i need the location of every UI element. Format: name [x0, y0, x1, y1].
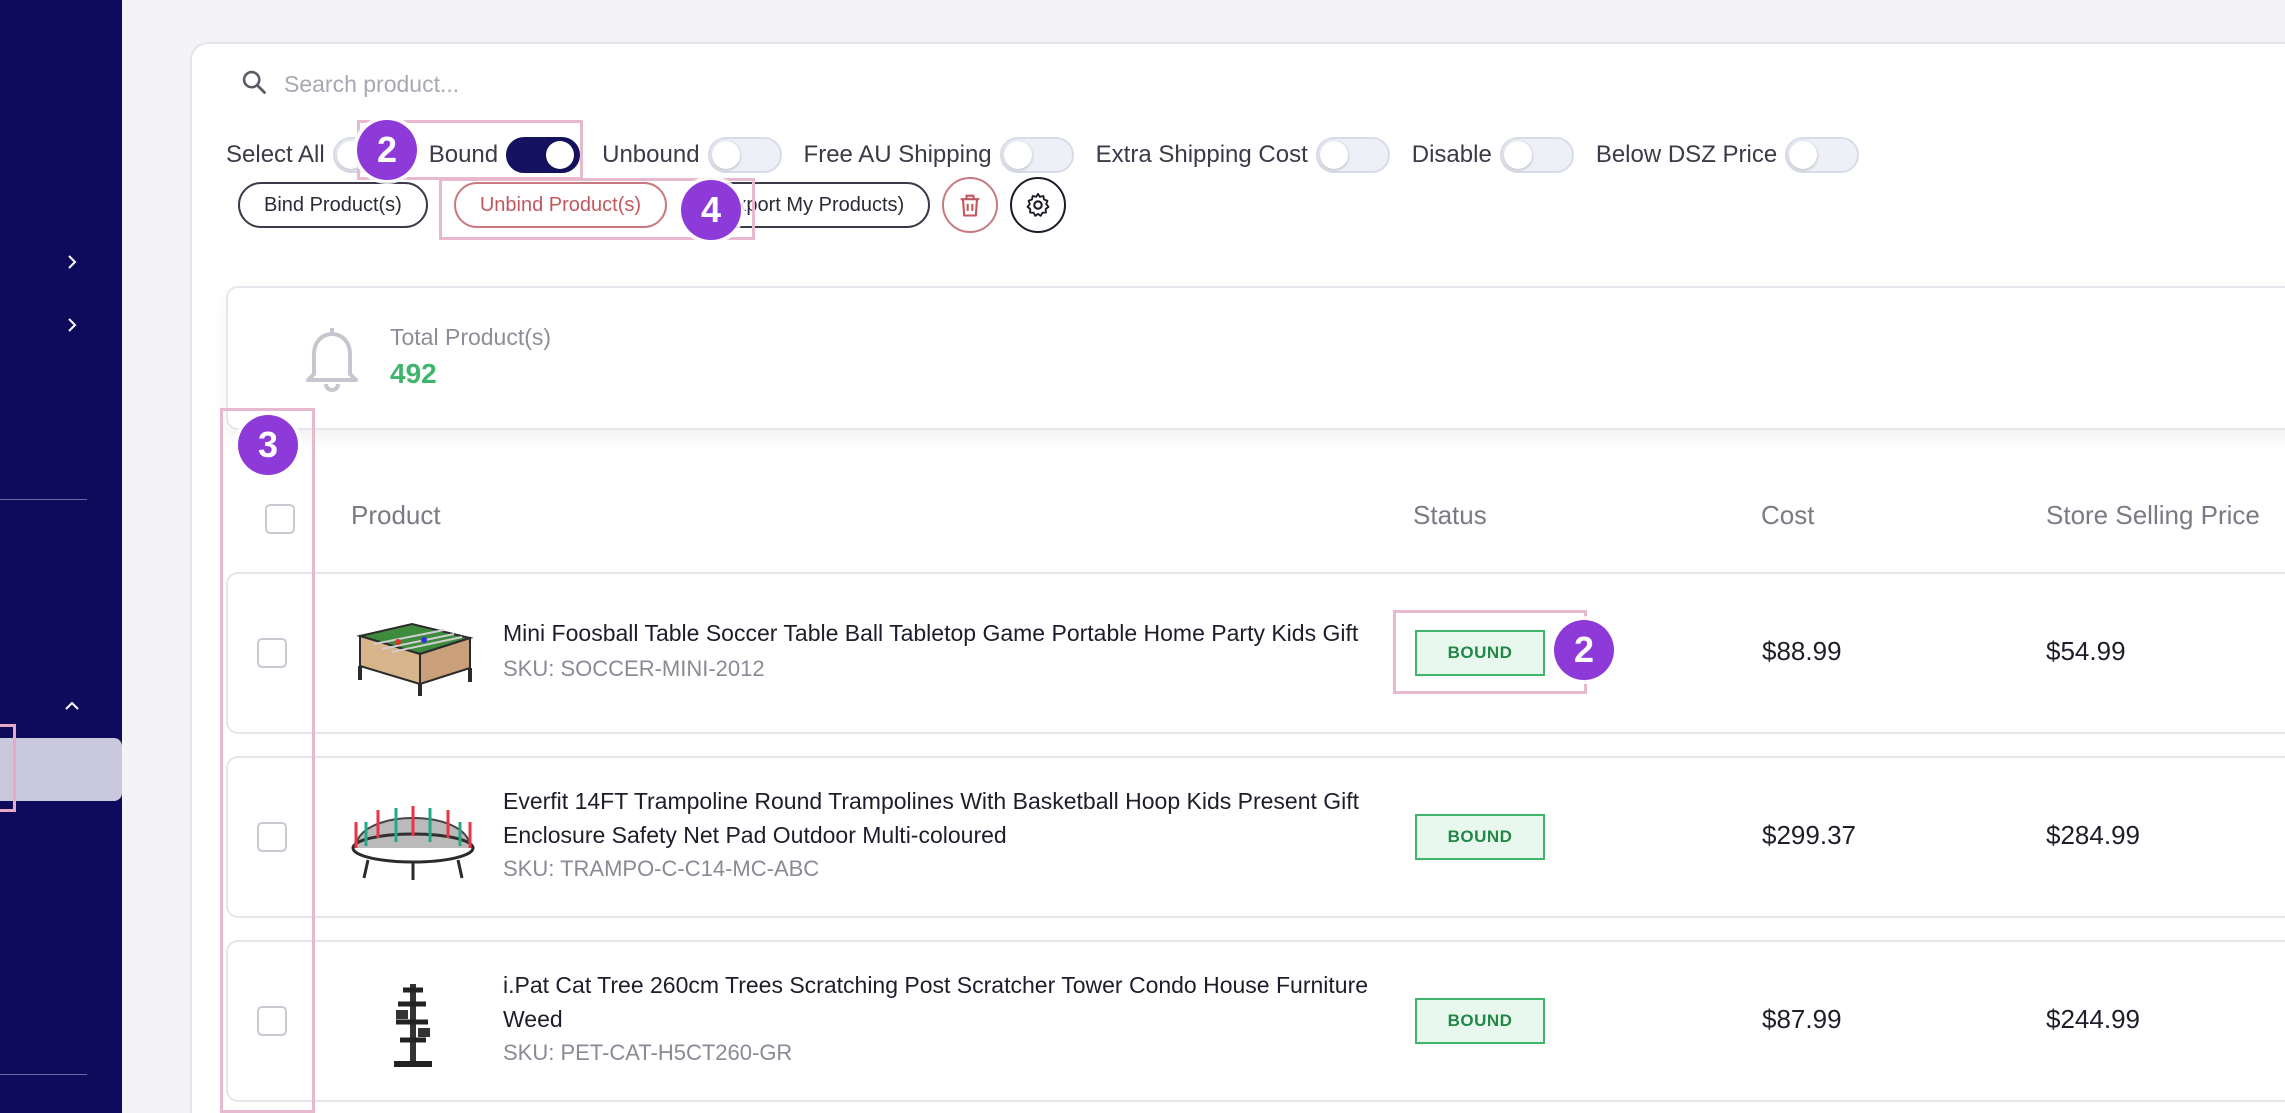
filter-label: Select All: [226, 141, 325, 168]
bind-products-button[interactable]: Bind Product(s): [238, 182, 428, 228]
filter-bound[interactable]: Bound: [428, 137, 581, 173]
gear-icon: [1026, 192, 1050, 217]
filter-label: Below DSZ Price: [1595, 141, 1778, 168]
product-cost: $87.99: [1762, 1004, 1842, 1034]
filter-unbound[interactable]: Unbound: [602, 137, 782, 173]
chevron-right-icon[interactable]: [62, 252, 82, 272]
step-marker: 3: [238, 415, 298, 475]
delete-button[interactable]: [942, 177, 999, 233]
status-badge: BOUND: [1415, 630, 1545, 676]
filter-label: Free AU Shipping: [803, 141, 992, 168]
row-checkbox[interactable]: [257, 1006, 287, 1036]
total-products-label: Total Product(s): [390, 324, 552, 350]
table-row[interactable]: i.Pat Cat Tree 260cm Trees Scratching Po…: [226, 940, 2285, 1102]
status-badge: BOUND: [1415, 814, 1545, 860]
header-store-selling-price: Store Selling Price: [2046, 500, 2260, 530]
store-selling-price: $54.99: [2046, 636, 2126, 666]
trash-icon: [960, 194, 980, 217]
filter-below-dsz-price[interactable]: Below DSZ Price: [1595, 137, 1860, 173]
extra-shipping-cost-toggle[interactable]: [1315, 137, 1390, 173]
table-row[interactable]: Everfit 14FT Trampoline Round Trampoline…: [226, 756, 2285, 918]
row-checkbox[interactable]: [257, 822, 287, 852]
filter-label: Disable: [1411, 141, 1492, 168]
search-icon: [240, 68, 268, 101]
header-product: Product: [351, 500, 441, 530]
product-title[interactable]: Everfit 14FT Trampoline Round Trampoline…: [503, 784, 1403, 852]
action-bar: Bind Product(s) Unbind Product(s) Export…: [238, 177, 1067, 233]
product-title[interactable]: i.Pat Cat Tree 260cm Trees Scratching Po…: [503, 968, 1403, 1036]
product-title[interactable]: Mini Foosball Table Soccer Table Ball Ta…: [503, 616, 1403, 650]
step-marker: 2: [1554, 620, 1614, 680]
product-sku: SKU: SOCCER-MINI-2012: [503, 656, 765, 681]
free-au-shipping-toggle[interactable]: [999, 137, 1074, 173]
export-products-button[interactable]: Export My Products): [709, 182, 931, 228]
step-marker: 2: [357, 120, 417, 180]
step-marker: 4: [681, 180, 741, 240]
sidebar-divider: [0, 499, 87, 500]
trampoline-icon: [351, 806, 475, 880]
product-cost: $88.99: [1762, 636, 1842, 666]
total-products-value: 492: [390, 358, 437, 389]
sidebar-divider: [0, 1074, 87, 1075]
filter-label: Bound: [428, 141, 499, 168]
product-sku: SKU: TRAMPO-C-C14-MC-ABC: [503, 856, 820, 881]
store-selling-price: $284.99: [2046, 820, 2140, 850]
filter-disable[interactable]: Disable: [1412, 137, 1574, 173]
sidebar-item-active[interactable]: [0, 738, 122, 801]
unbound-toggle[interactable]: [707, 137, 782, 173]
row-checkbox[interactable]: [257, 638, 287, 668]
table-header: Product Status Cost Store Selling Price: [226, 490, 2285, 544]
product-cost: $299.37: [1762, 820, 1856, 850]
unbind-products-button[interactable]: Unbind Product(s): [453, 182, 668, 228]
sidebar: [0, 0, 122, 1113]
total-products-card: Total Product(s) 492: [226, 286, 2285, 430]
bell-icon: [300, 324, 364, 394]
filter-label: Unbound: [602, 141, 700, 168]
filter-label: Extra Shipping Cost: [1095, 141, 1308, 168]
filter-extra-shipping-cost[interactable]: Extra Shipping Cost: [1096, 137, 1390, 173]
disable-toggle[interactable]: [1499, 137, 1574, 173]
header-status: Status: [1413, 500, 1487, 530]
settings-button[interactable]: [1010, 177, 1067, 233]
status-badge: BOUND: [1415, 998, 1545, 1044]
below-dsz-price-toggle[interactable]: [1785, 137, 1860, 173]
search-input[interactable]: Search product...: [284, 71, 459, 98]
product-sku: SKU: PET-CAT-H5CT260-GR: [503, 1040, 793, 1065]
foosball-table-icon: [356, 622, 474, 696]
chevron-up-icon[interactable]: [62, 696, 82, 716]
cat-tree-icon: [394, 984, 432, 1067]
sidebar-active-highlight: [0, 724, 16, 812]
filter-free-au-shipping[interactable]: Free AU Shipping: [804, 137, 1074, 173]
header-cost: Cost: [1761, 500, 1815, 530]
search-bar[interactable]: Search product...: [240, 64, 459, 104]
filter-toggles: Select All Bound Unbound Free AU Shippin…: [226, 134, 1881, 176]
bound-toggle[interactable]: [506, 137, 581, 173]
table-row[interactable]: Mini Foosball Table Soccer Table Ball Ta…: [226, 572, 2285, 734]
chevron-right-icon[interactable]: [62, 315, 82, 335]
select-all-checkbox[interactable]: [265, 504, 295, 534]
store-selling-price: $244.99: [2046, 1004, 2140, 1034]
